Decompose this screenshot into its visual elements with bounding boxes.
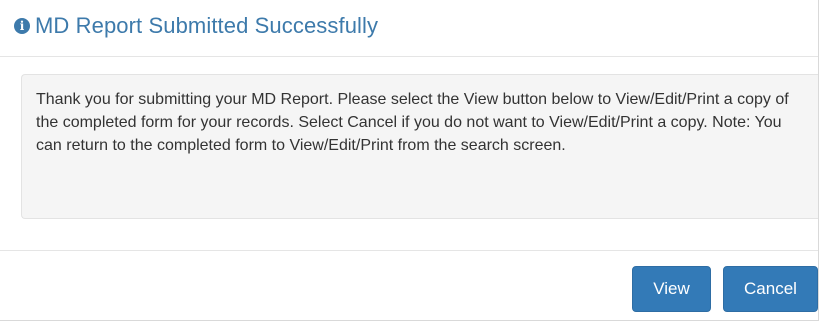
dialog-header: i MD Report Submitted Successfully bbox=[0, 0, 818, 57]
dialog-title-group: i MD Report Submitted Successfully bbox=[14, 12, 378, 40]
confirmation-message: Thank you for submitting your MD Report.… bbox=[36, 91, 789, 154]
dialog-title: MD Report Submitted Successfully bbox=[35, 13, 379, 38]
dialog-body: Thank you for submitting your MD Report.… bbox=[0, 57, 818, 250]
submission-success-dialog: i MD Report Submitted Successfully Thank… bbox=[0, 0, 819, 321]
cancel-button[interactable]: Cancel bbox=[723, 266, 818, 312]
view-button[interactable]: View bbox=[632, 266, 711, 312]
dialog-footer: View Cancel bbox=[0, 250, 818, 321]
message-well: Thank you for submitting your MD Report.… bbox=[21, 74, 818, 219]
info-circle-icon: i bbox=[14, 18, 30, 34]
